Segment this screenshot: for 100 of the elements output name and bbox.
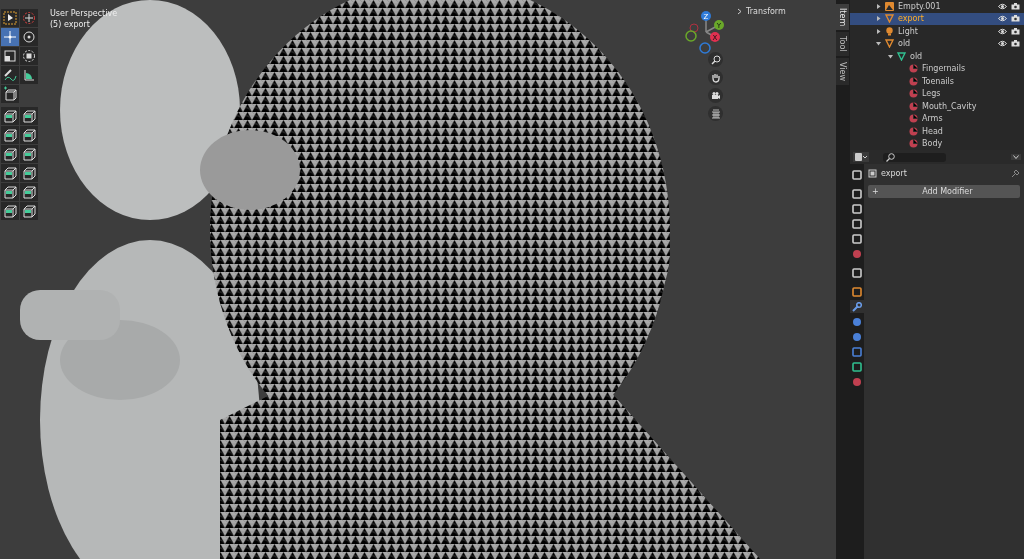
wrench-icon xyxy=(852,301,862,312)
cube-icon xyxy=(21,184,37,200)
magnifier-icon xyxy=(710,54,721,65)
sphere-icon xyxy=(909,101,918,111)
chevron-icon xyxy=(737,8,742,15)
camera-icon[interactable] xyxy=(1011,40,1020,48)
sphere-icon xyxy=(909,76,918,86)
camera-icon xyxy=(710,90,721,101)
expand-arrow-icon[interactable] xyxy=(876,3,881,9)
outliner-row[interactable]: old xyxy=(850,50,1024,63)
triangle-icon xyxy=(885,14,894,24)
outliner-label: Toenails xyxy=(922,76,954,86)
outliner-label: old xyxy=(910,51,923,61)
search-field[interactable] xyxy=(883,152,946,162)
options-dropdown[interactable] xyxy=(1011,154,1021,160)
tool-button[interactable] xyxy=(20,145,38,163)
outliner-label: old xyxy=(898,39,911,49)
camera-icon[interactable] xyxy=(1011,27,1020,35)
tool-button[interactable] xyxy=(1,9,19,27)
outliner-row[interactable]: Head xyxy=(850,125,1024,138)
sphere-icon xyxy=(909,64,918,74)
outliner-label: Head xyxy=(922,126,943,136)
cube-icon xyxy=(2,184,18,200)
crosshair-icon xyxy=(21,10,37,26)
tool-button[interactable] xyxy=(1,66,19,84)
tool-button[interactable] xyxy=(1,107,19,125)
eye-icon[interactable] xyxy=(998,15,1007,23)
tool-button[interactable] xyxy=(20,66,38,84)
eye-icon[interactable] xyxy=(998,2,1007,10)
outliner-row[interactable]: Empty.001 xyxy=(850,0,1024,13)
tool-button[interactable] xyxy=(20,47,38,65)
expand-arrow-icon[interactable] xyxy=(888,53,893,59)
scale-icon xyxy=(2,48,18,64)
outliner-row[interactable]: Arms xyxy=(850,112,1024,125)
tool-button[interactable] xyxy=(1,47,19,65)
editor-icon xyxy=(855,153,867,161)
outliner-row[interactable]: Fingernails xyxy=(850,62,1024,75)
arrows-icon xyxy=(2,29,18,45)
panel-header[interactable]: Transform xyxy=(737,7,786,16)
tool-button[interactable] xyxy=(1,183,19,201)
sidebar-tab[interactable]: View xyxy=(836,57,849,85)
cube-icon xyxy=(2,127,18,143)
expand-arrow-icon[interactable] xyxy=(876,41,881,47)
ruler-icon xyxy=(21,67,37,83)
cube-icon xyxy=(21,165,37,181)
sphere-icon xyxy=(909,126,918,136)
sidebar-tab[interactable]: Tool xyxy=(836,32,849,56)
outliner-row[interactable]: Toenails xyxy=(850,75,1024,88)
cube-icon xyxy=(2,203,18,219)
tool-button[interactable] xyxy=(1,126,19,144)
eye-icon[interactable] xyxy=(998,27,1007,35)
tool-button[interactable] xyxy=(20,164,38,182)
camera-icon[interactable] xyxy=(1011,2,1020,10)
outliner-row[interactable]: old xyxy=(850,37,1024,50)
cube-icon xyxy=(21,108,37,124)
grid-icon xyxy=(710,108,721,119)
object-name: export xyxy=(881,169,907,178)
tool-button[interactable] xyxy=(20,183,38,201)
outliner-label: Legs xyxy=(922,89,941,99)
tool-button[interactable] xyxy=(1,202,19,220)
camera-icon[interactable] xyxy=(1011,15,1020,23)
outliner-row[interactable]: Legs xyxy=(850,87,1024,100)
editor-type-button[interactable] xyxy=(853,152,869,162)
outliner-label: Empty.001 xyxy=(898,1,941,11)
cube-icon xyxy=(21,146,37,162)
outliner-label: export xyxy=(898,14,924,24)
transform-icon xyxy=(21,48,37,64)
outliner-row[interactable]: Mouth_Cavity xyxy=(850,100,1024,113)
pin-icon[interactable] xyxy=(1011,169,1020,178)
cube-icon xyxy=(2,86,18,102)
outliner-label: Arms xyxy=(922,114,943,124)
add-modifier-button[interactable]: + Add Modifier xyxy=(868,185,1020,198)
tool-button[interactable] xyxy=(20,126,38,144)
outliner-row[interactable]: export xyxy=(850,12,1024,25)
cube-icon xyxy=(2,108,18,124)
tool-button[interactable] xyxy=(20,107,38,125)
expand-arrow-icon[interactable] xyxy=(876,16,881,22)
bulb-icon xyxy=(885,26,894,36)
sphere-icon xyxy=(909,89,918,99)
object-info: (5) export xyxy=(50,20,91,29)
tool-button[interactable] xyxy=(20,28,38,46)
tool-button[interactable] xyxy=(1,164,19,182)
properties-tab[interactable] xyxy=(850,300,864,313)
expand-arrow-icon[interactable] xyxy=(876,28,881,34)
cube-icon xyxy=(2,146,18,162)
outliner-label: Fingernails xyxy=(922,64,966,74)
outliner-row[interactable]: Body xyxy=(850,137,1024,150)
outliner-label: Mouth_Cavity xyxy=(922,101,977,111)
search-icon xyxy=(886,152,895,162)
tool-button[interactable] xyxy=(1,85,19,103)
outliner-label: Body xyxy=(922,139,943,149)
caret-icon xyxy=(1013,155,1019,159)
eye-icon[interactable] xyxy=(998,40,1007,48)
tool-button[interactable] xyxy=(20,202,38,220)
rotate-icon xyxy=(21,29,37,45)
tool-button[interactable] xyxy=(1,145,19,163)
outliner-row[interactable]: Light xyxy=(850,25,1024,38)
cube-icon xyxy=(21,127,37,143)
outliner-label: Light xyxy=(898,26,918,36)
sidebar-tab[interactable]: Item xyxy=(836,4,849,31)
